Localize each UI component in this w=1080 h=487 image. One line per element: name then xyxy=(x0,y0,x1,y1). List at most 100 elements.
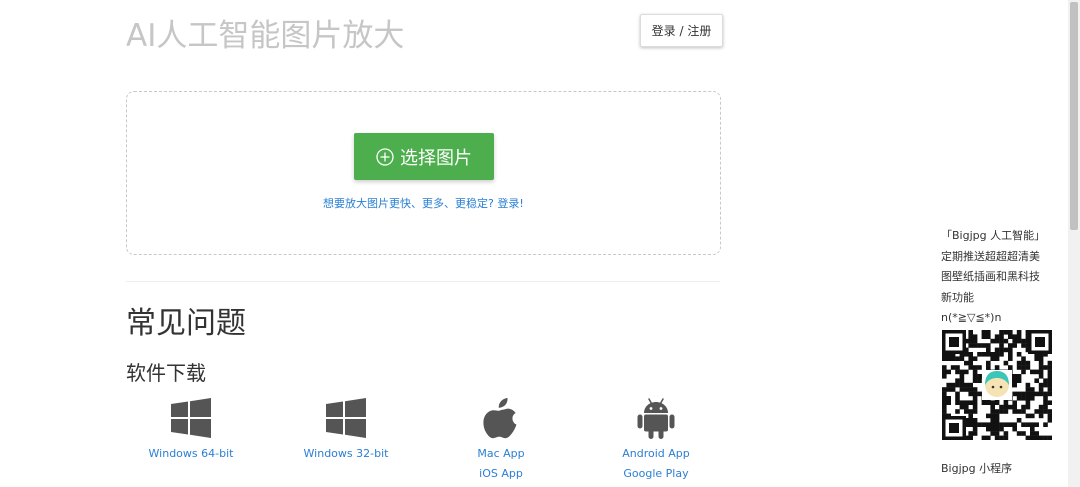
qr-module xyxy=(950,356,956,361)
qr-module xyxy=(972,400,978,405)
ios-app-link[interactable]: iOS App xyxy=(421,464,581,484)
qr-module xyxy=(990,418,995,423)
qr-module xyxy=(990,404,995,410)
qr-module xyxy=(990,422,995,427)
wechat-promo-text: 「Bigjpg 人工智能」 定期推送超超超清美 图壁纸插画和黑科技 新功能 n(… xyxy=(941,226,1051,329)
qr-module xyxy=(994,435,1000,440)
select-image-label: 选择图片 xyxy=(400,147,472,169)
qr-module xyxy=(990,352,995,357)
page-scrollbar[interactable] xyxy=(1068,0,1080,487)
qr-module xyxy=(986,435,991,440)
qr-module xyxy=(1030,396,1035,401)
qr-module xyxy=(1021,338,1026,344)
android-app-link[interactable]: Android App xyxy=(576,444,736,464)
qr-module xyxy=(1043,422,1048,427)
qr-module xyxy=(1003,404,1009,410)
qr-module xyxy=(1038,435,1044,440)
qr-module xyxy=(968,360,973,366)
qr-module xyxy=(1021,356,1026,361)
qr-module xyxy=(999,338,1004,344)
qr-module xyxy=(946,369,951,375)
qr-center-avatar xyxy=(982,370,1012,400)
windows-64-link[interactable]: Windows 64-bit xyxy=(111,444,271,464)
google-play-link[interactable]: Google Play xyxy=(576,464,736,484)
section-divider xyxy=(126,281,720,282)
login-promo-link[interactable]: 想要放大图片更快、更多、更稳定? 登录! xyxy=(323,195,524,211)
qr-module xyxy=(1025,413,1031,419)
qr-module xyxy=(1043,409,1048,414)
qr-module xyxy=(994,426,1000,432)
select-image-button[interactable]: 选择图片 xyxy=(354,133,494,180)
qr-module xyxy=(986,426,991,432)
qr-module xyxy=(1047,413,1052,419)
download-apple: Mac App iOS App xyxy=(421,398,581,484)
qr-module xyxy=(1030,387,1035,392)
qr-module xyxy=(994,400,1000,405)
qr-module xyxy=(1034,378,1039,383)
qr-module xyxy=(1047,369,1052,375)
qr-module xyxy=(959,404,965,410)
apple-icon[interactable] xyxy=(483,398,519,440)
qr-module xyxy=(1012,334,1017,339)
mac-app-link[interactable]: Mac App xyxy=(421,444,581,464)
scrollbar-thumb[interactable] xyxy=(1070,2,1078,230)
qr-module xyxy=(1038,382,1044,388)
qr-module xyxy=(990,409,995,414)
qr-module xyxy=(964,387,969,392)
qr-module xyxy=(972,378,978,383)
qr-module xyxy=(946,356,951,361)
qr-module xyxy=(1047,360,1052,366)
qr-module xyxy=(1025,365,1031,370)
qr-module xyxy=(972,338,978,344)
login-register-button[interactable]: 登录 / 注册 xyxy=(640,14,723,47)
qr-module xyxy=(994,356,1000,361)
qr-module xyxy=(972,365,978,370)
qr-module xyxy=(1021,391,1026,397)
qr-module xyxy=(968,352,973,357)
qr-module xyxy=(1016,374,1022,379)
qr-module xyxy=(1038,404,1044,410)
windows-icon[interactable] xyxy=(171,398,211,438)
qr-module xyxy=(964,382,969,388)
qr-module xyxy=(1021,431,1026,436)
qr-module xyxy=(968,422,973,427)
android-icon[interactable] xyxy=(637,398,675,440)
qr-module xyxy=(986,400,991,405)
promo-line: n(*≧▽≦*)n xyxy=(941,311,1002,324)
qr-module xyxy=(1003,431,1009,436)
qr-module xyxy=(1003,338,1009,344)
qr-module xyxy=(1008,334,1013,339)
qr-module xyxy=(946,382,951,388)
qr-module xyxy=(1030,369,1035,375)
qr-module xyxy=(990,431,995,436)
qr-module xyxy=(1016,431,1022,436)
qr-module xyxy=(1012,422,1017,427)
qr-module xyxy=(1008,422,1013,427)
page-title: AI人工智能图片放大 xyxy=(126,18,405,54)
qr-module xyxy=(1030,413,1035,419)
qr-module xyxy=(1003,422,1009,427)
qr-module xyxy=(1003,435,1009,440)
qr-module xyxy=(972,409,978,414)
qr-module xyxy=(942,396,947,401)
qr-module xyxy=(1034,435,1039,440)
qr-module xyxy=(942,400,947,405)
qr-module xyxy=(999,334,1004,339)
qr-module xyxy=(955,391,960,397)
qr-module xyxy=(981,400,987,405)
qr-module xyxy=(959,400,965,405)
qr-module xyxy=(1034,431,1039,436)
qr-module xyxy=(1047,387,1052,392)
qr-module xyxy=(1012,338,1017,344)
qr-module xyxy=(964,369,969,375)
windows-icon[interactable] xyxy=(326,398,366,438)
qr-finder-top-right xyxy=(1028,330,1052,354)
windows-32-link[interactable]: Windows 32-bit xyxy=(266,444,426,464)
qr-module xyxy=(1021,396,1026,401)
qr-module xyxy=(1016,338,1022,344)
qr-module xyxy=(972,356,978,361)
qr-module xyxy=(986,330,991,335)
qr-module xyxy=(955,409,960,414)
qr-module xyxy=(946,396,951,401)
qr-module xyxy=(986,422,991,427)
